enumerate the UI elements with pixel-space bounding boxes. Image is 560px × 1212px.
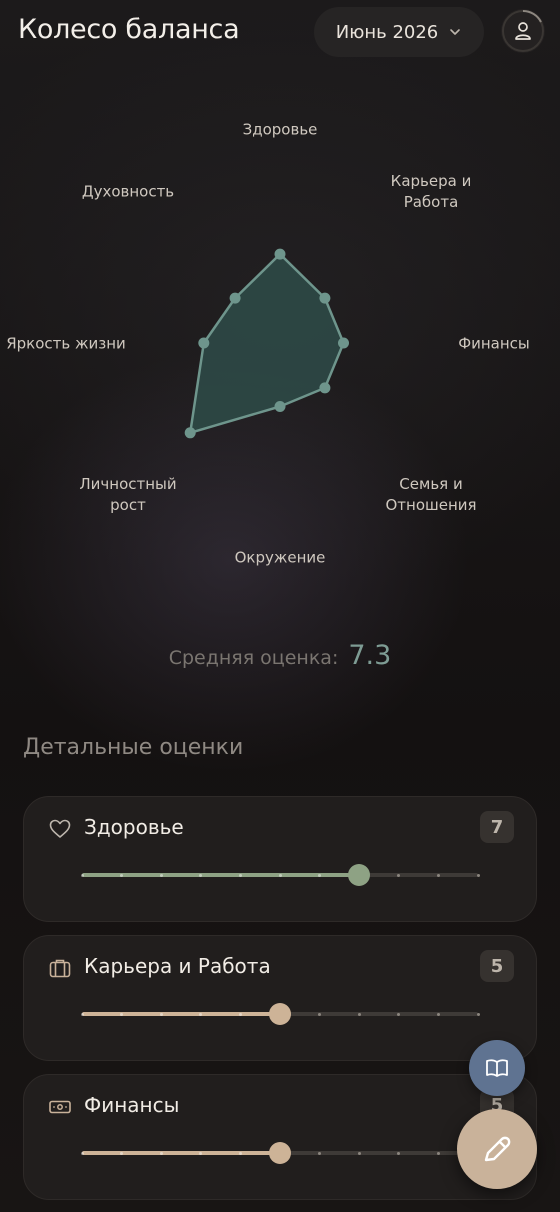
card-title: Здоровье	[84, 815, 184, 839]
slider-tick	[199, 1151, 203, 1155]
slider-tick	[120, 1151, 124, 1155]
radar-area	[188, 252, 345, 435]
axis-label: Окружение	[234, 548, 326, 567]
slider-tick	[120, 1012, 124, 1016]
slider-thumb[interactable]	[269, 1142, 291, 1164]
score-card-health[interactable]: Здоровье 7	[23, 796, 537, 922]
axis-label: Семья и Отношения	[385, 475, 477, 514]
score-badge: 7	[480, 811, 514, 843]
radar-point	[319, 382, 331, 394]
slider-tick	[80, 1012, 84, 1016]
slider-tick	[397, 1012, 401, 1016]
slider-tick	[397, 1151, 401, 1155]
month-selector[interactable]: Июнь 2026	[314, 7, 484, 57]
slider-tick	[318, 1012, 322, 1016]
slider-tick	[436, 873, 440, 877]
slider-tick	[199, 1012, 203, 1016]
slider-tick	[238, 1012, 242, 1016]
axis-label: Здоровье	[242, 120, 318, 139]
radar-point	[184, 427, 196, 439]
radar-point	[198, 337, 210, 349]
slider-tick	[436, 1151, 440, 1155]
slider-tick	[357, 1012, 361, 1016]
slider-tick	[357, 1151, 361, 1155]
slider-fill	[82, 1151, 280, 1155]
axis-label: Карьера и Работа	[390, 172, 472, 211]
slider-tick	[476, 1012, 480, 1016]
page-title: Колесо баланса	[18, 14, 240, 45]
card-title: Карьера и Работа	[84, 954, 271, 978]
slider-tick	[80, 873, 84, 877]
briefcase-icon	[49, 959, 71, 978]
slider-tick	[318, 873, 322, 877]
card-title: Финансы	[84, 1093, 180, 1117]
details-title: Детальные оценки	[23, 735, 244, 760]
slider-tick	[159, 873, 163, 877]
score-badge: 5	[480, 950, 514, 982]
axis-label: Финансы	[458, 334, 530, 353]
pencil-icon	[484, 1136, 511, 1162]
slider-tick	[159, 1012, 163, 1016]
profile-button[interactable]	[501, 9, 545, 53]
slider-thumb[interactable]	[269, 1003, 291, 1025]
radar-point	[229, 292, 241, 304]
score-slider[interactable]	[80, 864, 480, 886]
score-slider[interactable]	[80, 1142, 480, 1164]
score-card-career[interactable]: Карьера и Работа 5	[23, 935, 537, 1061]
average-score: Средняя оценка: 7.3	[0, 640, 560, 671]
banknote-icon	[49, 1100, 71, 1114]
average-value: 7.3	[348, 640, 392, 671]
slider-tick	[436, 1012, 440, 1016]
axis-label: Личностный рост	[79, 475, 177, 514]
radar-point	[319, 292, 331, 304]
slider-fill	[82, 1012, 280, 1016]
book-icon	[486, 1059, 508, 1077]
slider-tick	[80, 1151, 84, 1155]
score-slider[interactable]	[80, 1003, 480, 1025]
radar-point	[274, 401, 286, 412]
slider-tick	[199, 873, 203, 877]
slider-tick	[238, 873, 242, 877]
slider-tick	[159, 1151, 163, 1155]
slider-tick	[238, 1151, 242, 1155]
heart-icon	[49, 819, 71, 838]
month-label: Июнь 2026	[335, 21, 439, 43]
slider-thumb[interactable]	[348, 864, 371, 886]
journal-button[interactable]	[469, 1040, 525, 1096]
slider-tick	[397, 873, 401, 877]
radar-point	[274, 248, 286, 260]
radar-point	[338, 337, 349, 349]
slider-tick	[476, 873, 480, 877]
axis-label: Духовность	[81, 182, 175, 201]
chevron-down-icon	[450, 29, 461, 35]
progress-ring	[502, 9, 544, 52]
average-label: Средняя оценка:	[168, 647, 339, 669]
slider-tick	[318, 1151, 322, 1155]
axis-label: Яркость жизни	[6, 334, 126, 353]
edit-button[interactable]	[457, 1109, 537, 1189]
slider-tick	[120, 873, 124, 877]
slider-tick	[278, 873, 282, 877]
